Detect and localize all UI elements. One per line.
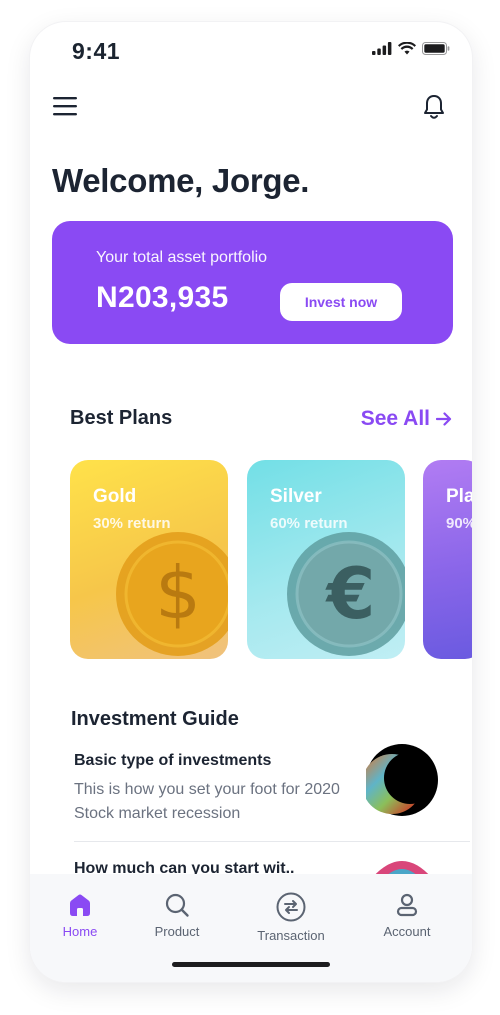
- tab-account[interactable]: Account: [357, 892, 457, 939]
- euro-coin-icon: €: [287, 532, 405, 656]
- transfer-icon: [276, 892, 306, 922]
- see-all-link[interactable]: See All: [361, 407, 452, 431]
- dollar-coin-icon: $: [116, 532, 228, 656]
- guide-list-item[interactable]: Basic type of investments This is how yo…: [74, 744, 470, 842]
- tab-label: Transaction: [257, 928, 325, 943]
- tab-transaction[interactable]: Transaction: [241, 892, 341, 943]
- hamburger-menu-icon[interactable]: [52, 95, 78, 117]
- home-icon: [70, 894, 90, 916]
- battery-icon: [422, 42, 450, 55]
- bell-icon[interactable]: [422, 93, 446, 121]
- guide-description: This is how you set your foot for 2020 S…: [74, 781, 340, 822]
- arrow-right-icon: [436, 412, 452, 426]
- plan-name: Silver: [270, 486, 322, 507]
- tab-product[interactable]: Product: [127, 892, 227, 939]
- plan-return: 90%: [446, 515, 472, 532]
- tab-home[interactable]: Home: [30, 892, 130, 939]
- welcome-heading: Welcome, Jorge.: [52, 162, 310, 199]
- portfolio-label: Your total asset portfolio: [96, 249, 268, 266]
- plan-name: Pla: [446, 486, 472, 507]
- planet-thumbnail: [366, 744, 438, 816]
- tab-label: Product: [154, 924, 200, 939]
- plan-card-platinum[interactable]: Pla 90%: [423, 460, 472, 659]
- plan-card-silver[interactable]: € Silver 60% return: [247, 460, 405, 659]
- search-icon: [165, 893, 189, 917]
- plan-card-gold[interactable]: $ Gold 30% return: [70, 460, 228, 659]
- signal-icon: [372, 42, 392, 55]
- tab-label: Account: [383, 924, 431, 939]
- wifi-icon: [398, 42, 416, 55]
- plan-name: Gold: [93, 486, 137, 507]
- svg-text:$: $: [155, 551, 201, 635]
- tab-label: Home: [62, 924, 98, 939]
- bottom-tab-bar: Home Product Transaction Account: [30, 874, 472, 982]
- status-time: 9:41: [72, 38, 121, 64]
- status-icons: [372, 42, 450, 55]
- account-icon: [396, 893, 418, 917]
- portfolio-value: N203,935: [96, 281, 229, 314]
- phone-screen: 9:41 Welcome, Jorge. Your total asset po…: [30, 22, 472, 982]
- invest-now-button[interactable]: Invest now: [280, 283, 402, 321]
- best-plans-title: Best Plans: [70, 407, 173, 429]
- home-indicator: [172, 962, 330, 967]
- see-all-label: See All: [360, 407, 430, 430]
- plan-return: 30% return: [93, 515, 171, 532]
- portfolio-card: Your total asset portfolio N203,935 Inve…: [52, 221, 453, 344]
- svg-text:€: €: [325, 553, 376, 635]
- plan-return: 60% return: [270, 515, 348, 532]
- investment-guide-title: Investment Guide: [71, 708, 239, 730]
